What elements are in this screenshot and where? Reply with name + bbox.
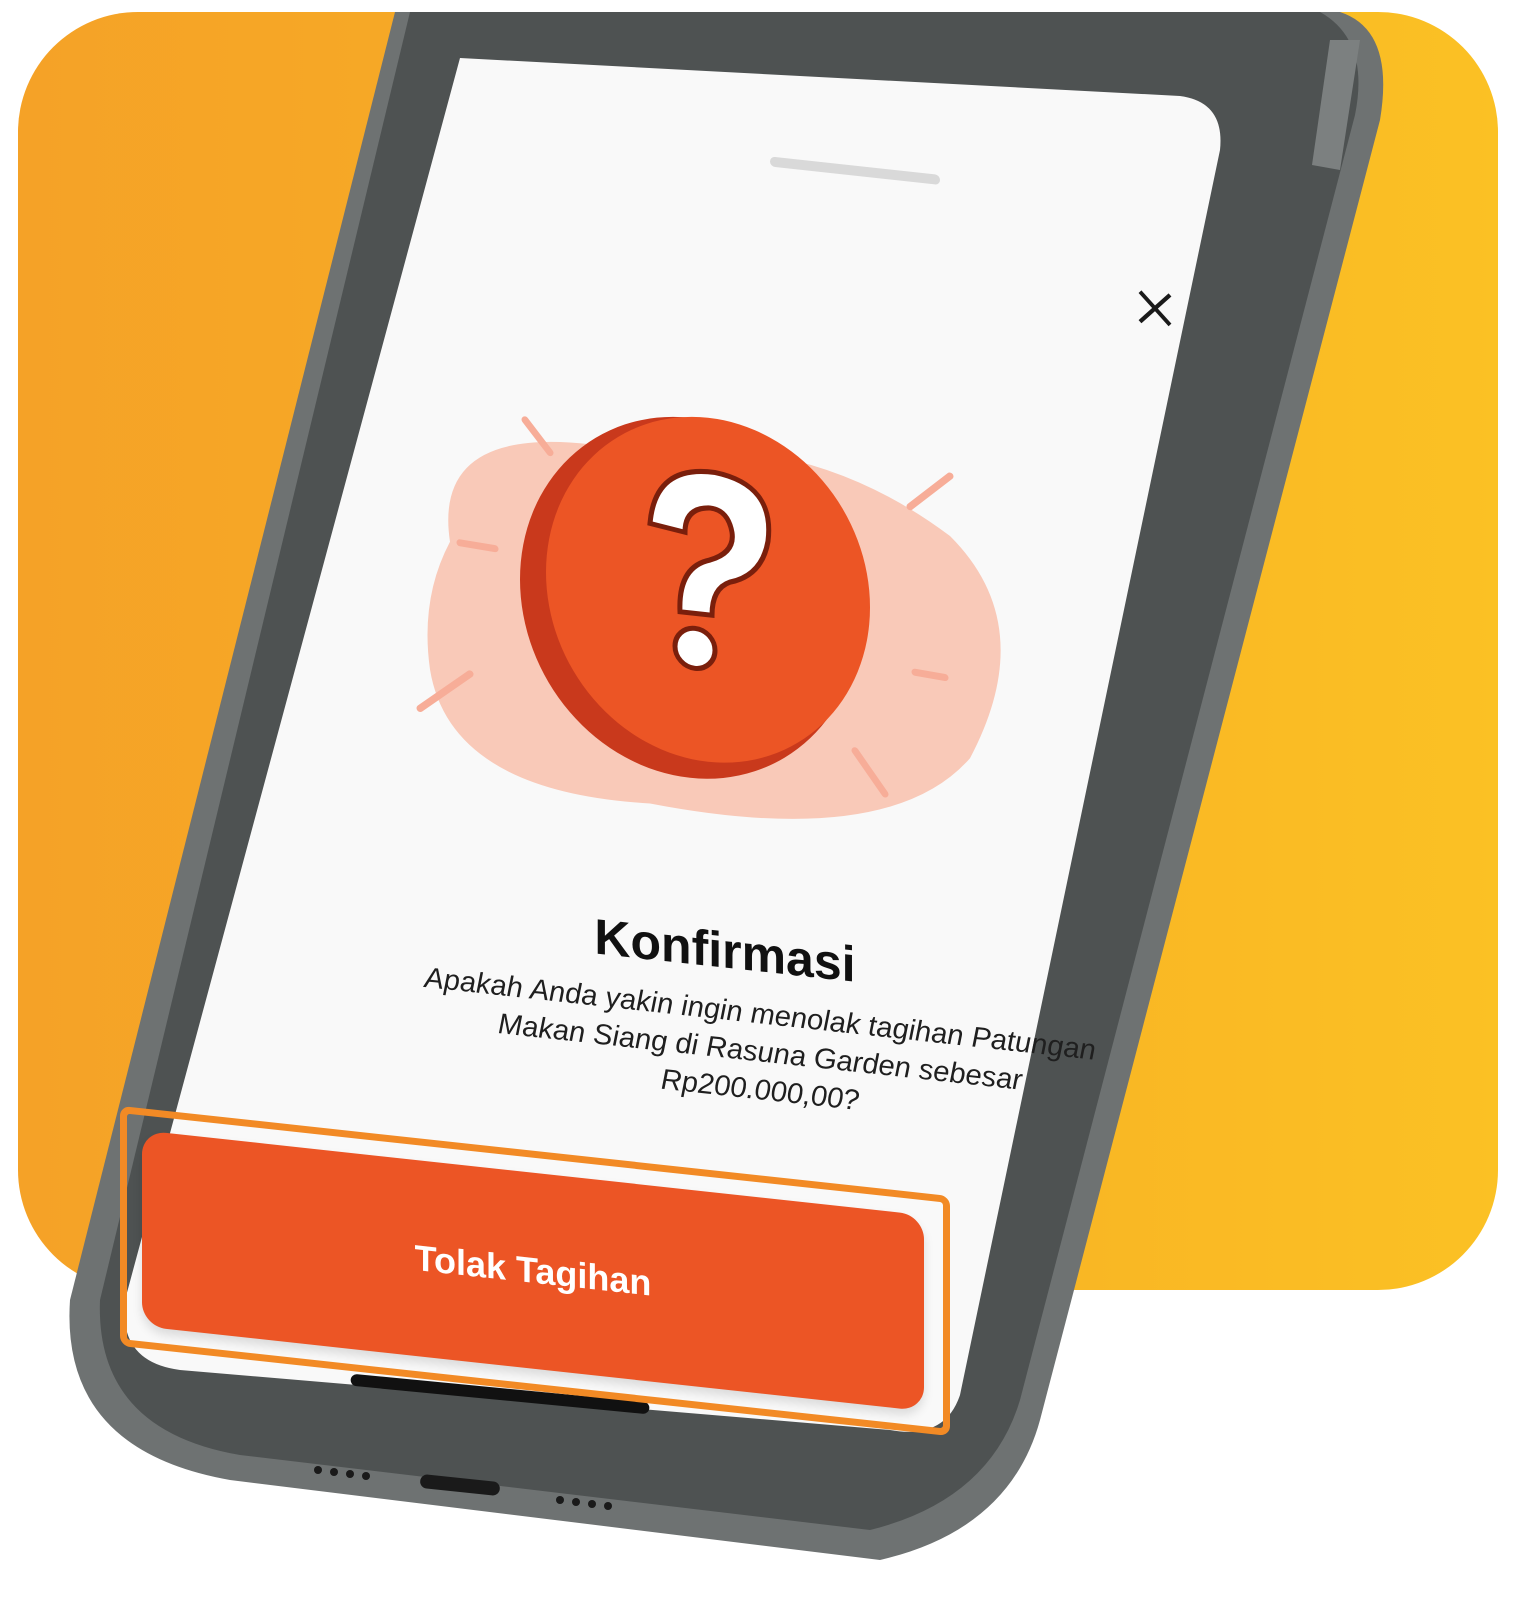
confirmation-sheet: Konfirmasi Apakah Anda yakin ingin menol… — [120, 80, 1200, 1513]
sheet-drag-handle[interactable] — [770, 156, 940, 185]
promo-stage: Konfirmasi Apakah Anda yakin ingin menol… — [0, 0, 1516, 1613]
question-mark-icon — [390, 365, 1030, 875]
close-icon[interactable] — [1130, 281, 1180, 336]
